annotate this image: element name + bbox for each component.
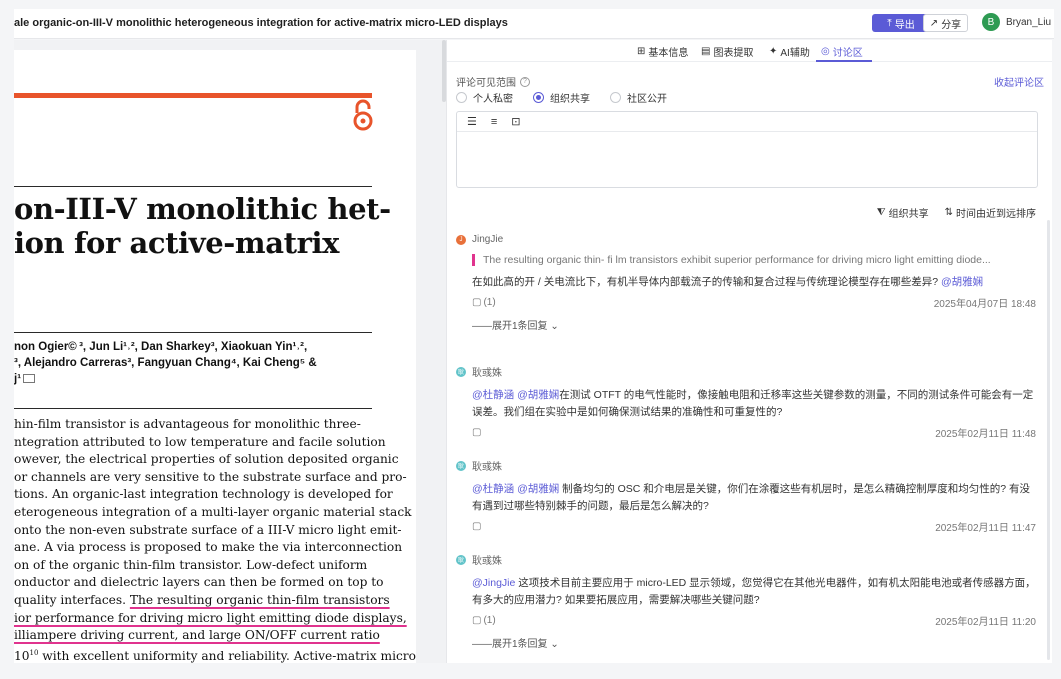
comment-item: J JingJie The resulting organic thin- fi … [456,234,1036,332]
comment-input[interactable] [457,132,1037,187]
open-access-icon [353,99,373,131]
comment-time: 2025年02月11日 11:48 [935,429,1036,440]
comments-scrollbar[interactable] [1047,220,1050,660]
avatar: 耿 [456,460,466,471]
mention-link[interactable]: @杜静涵 @胡雅娴 [472,483,559,495]
sort-icon: ⇅ [944,207,953,218]
comment-icon: ▢ [472,297,482,308]
sort-filter[interactable]: ⇅ 时间由近到远排序 [945,205,1036,220]
comment-body: @杜静涵 @胡雅娴 制备均匀的 OSC 和介电层是关键，你们在涂覆这些有机层时，… [472,483,1031,512]
abstract-text: hin-film transistor is advantageous for … [14,417,416,663]
pdf-page: on-III-V monolithic het- ion for active-… [14,50,416,663]
comment-time: 2025年04月07日 18:48 [933,299,1036,310]
highlighted-text[interactable]: The resulting organic thin-film transist… [130,593,390,607]
grid-icon: ⊞ [637,46,646,57]
comment-author: JingJie [472,234,504,245]
highlighted-text[interactable]: ior performance for driving micro light … [14,611,407,625]
avatar: 耿 [456,554,466,565]
mention-link[interactable]: @胡雅娴 [941,276,983,288]
side-panel: ⊞ 基本信息 ▤ 图表提取 ✦ AI辅助 ◎ 讨论区 评论可见范围 ? 收起评论区 个人… [446,40,1052,663]
comment-item: 耿耿彧姝 @杜静涵 @胡雅娴在测试 OTFT 的电气性能时，像接触电阻和迁移率这… [456,364,1036,440]
chevron-down-icon: ⌄ [550,321,559,332]
help-icon[interactable]: ? [520,76,530,87]
export-icon: ⤒ [887,17,892,29]
visibility-radio-group: 个人私密 组织共享 社区公开 [456,90,687,105]
bullet-list-icon[interactable]: ≡ [491,116,497,128]
comment-quote[interactable]: The resulting organic thin- fi lm transi… [472,254,1020,266]
top-bar: ale organic-on-III-V monolithic heteroge… [14,9,1054,39]
ordered-list-icon[interactable]: ☰ [467,115,477,128]
reply-button[interactable]: ▢ (1) [472,295,496,310]
collapse-comments-link[interactable]: 收起评论区 [994,74,1044,89]
avatar: 耿 [456,366,466,377]
comment-item: 耿耿彧姝 @杜静涵 @胡雅娴 制备均匀的 OSC 和介电层是关键，你们在涂覆这些… [456,458,1036,534]
sparkle-icon: ✦ [769,46,778,57]
pdf-viewer[interactable]: on-III-V monolithic het- ion for active-… [14,40,446,663]
visibility-label: 评论可见范围 ? [456,74,530,89]
chat-icon: ◎ [821,46,830,57]
mail-icon [23,374,36,384]
code-block-icon[interactable]: ⊡ [511,115,520,128]
tab-basic-info[interactable]: ⊞ 基本信息 [637,44,688,59]
comment-editor: ☰ ≡ ⊡ [456,111,1038,188]
author-list: non Ogier© ³, Jun Li¹˒², Dan Sharkey³, X… [14,341,317,385]
tab-ai-assist[interactable]: ✦ AI辅助 [769,44,810,59]
document-title: ale organic-on-III-V monolithic heteroge… [14,17,508,29]
tab-discussion[interactable]: ◎ 讨论区 [821,44,863,59]
radio-community-public[interactable]: 社区公开 [610,90,667,105]
comment-icon: ▢ [472,615,482,626]
comment-icon: ▢ [472,521,482,532]
divider [14,332,372,333]
mention-link[interactable]: @杜静涵 @胡雅娴 [472,389,559,401]
radio-org-shared[interactable]: 组织共享 [533,90,590,105]
tab-chart-extract[interactable]: ▤ 图表提取 [701,44,753,59]
mention-link[interactable]: @JingJie [472,577,515,589]
reply-button[interactable]: ▢ (1) [472,613,496,628]
highlighted-text[interactable]: illiampere driving current, and large ON… [14,628,380,642]
comment-body: @杜静涵 @胡雅娴在测试 OTFT 的电气性能时，像接触电阻和迁移率这些关键参数… [472,389,1034,418]
reply-button[interactable]: ▢ [472,425,481,440]
share-icon: ↗ [929,17,939,29]
editor-toolbar: ☰ ≡ ⊡ [457,112,1037,132]
reply-button[interactable]: ▢ [472,519,481,534]
comment-body: 在如此高的开 / 关电流比下，有机半导体内部载流子的传输和复合过程与传统理论模型… [472,276,984,288]
export-button[interactable]: ⤒ 导出 [872,14,930,32]
chevron-down-icon: ⌄ [550,639,559,650]
expand-replies-button[interactable]: ——展开1条回复 ⌄ [472,317,1036,332]
share-button[interactable]: ↗ 分享 [923,14,968,32]
chart-icon: ▤ [701,46,711,57]
avatar: J [456,234,466,245]
comment-item: 耿耿彧姝 @JingJie 这项技术目前主要应用于 micro-LED 显示领域… [456,552,1036,650]
comment-time: 2025年02月11日 11:47 [935,523,1036,534]
comment-filters: ⧨ 组织共享 ⇅ 时间由近到远排序 [877,205,1036,220]
scope-filter[interactable]: ⧨ 组织共享 [877,205,929,220]
comment-time: 2025年02月11日 11:20 [935,617,1036,628]
user-name: Bryan_Liu [1006,16,1052,28]
highlighted-text[interactable]: 1010 with excellent uniformity and relia… [14,649,290,663]
expand-replies-button[interactable]: ——展开1条回复 ⌄ [472,635,1036,650]
radio-private[interactable]: 个人私密 [456,90,513,105]
comment-icon: ▢ [472,427,482,438]
divider [14,186,372,187]
comment-author: 耿彧姝 [472,368,502,379]
comment-body: @JingJie 这项技术目前主要应用于 micro-LED 显示领域，您觉得它… [472,577,1036,606]
panel-tabs: ⊞ 基本信息 ▤ 图表提取 ✦ AI辅助 ◎ 讨论区 [447,40,1052,62]
filter-icon: ⧨ [876,207,886,218]
active-tab-indicator [816,60,872,62]
divider [14,408,372,409]
comment-author: 耿彧姝 [472,556,502,567]
comment-author: 耿彧姝 [472,462,502,473]
avatar: B [982,13,1000,31]
journal-header-bar [14,93,372,98]
paper-title: on-III-V monolithic het- ion for active-… [14,192,391,260]
user-menu[interactable]: B Bryan_Liu [982,13,1051,31]
